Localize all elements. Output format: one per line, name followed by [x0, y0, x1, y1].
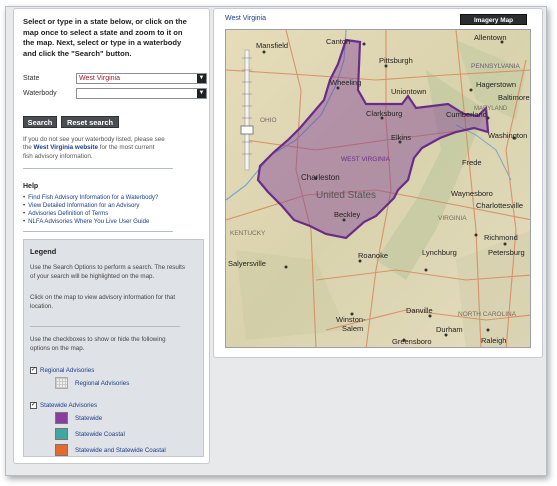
- state-website-link[interactable]: West Virginia website: [34, 144, 99, 151]
- divider: [23, 168, 173, 169]
- map-label: Charlottesville: [476, 201, 523, 210]
- map-label: MARYLAND: [474, 106, 508, 112]
- map-label: KENTUCKY: [230, 230, 266, 237]
- statewide-advisories-checkbox[interactable]: ✓: [30, 402, 37, 409]
- statewide-and-coastal-swatch: [55, 444, 68, 456]
- divider: [30, 326, 180, 327]
- map-label: Canton: [326, 37, 350, 46]
- map-label: Durham: [436, 325, 463, 334]
- map-label: VIRGINIA: [438, 215, 467, 222]
- map-title: West Virginia: [225, 15, 266, 22]
- map-label: OHIO: [260, 117, 277, 124]
- map-label: Salem: [342, 324, 363, 333]
- state-select-value: West Virginia: [79, 75, 120, 82]
- map-label: United States: [316, 190, 376, 201]
- map-label: Raleigh: [481, 336, 506, 345]
- map-label: NORTH CAROLINA: [458, 311, 517, 318]
- map-panel: West Virginia Imagery Map Mansfield Cant…: [213, 8, 543, 358]
- waterbody-label: Waterbody: [23, 90, 57, 97]
- legend-heading: Legend: [30, 247, 57, 256]
- reset-search-button[interactable]: Reset search: [61, 116, 119, 128]
- statewide-coastal-swatch: [55, 428, 68, 440]
- map-label: Hagerstown: [476, 80, 516, 89]
- legend-instructions: Use the checkboxes to show or hide the f…: [30, 336, 166, 352]
- map-label: Beckley: [334, 210, 361, 219]
- legend-panel: Legend Use the Search Options to perform…: [23, 239, 204, 457]
- legend-instructions: Use the Search Options to perform a sear…: [30, 264, 185, 280]
- divider: [23, 231, 173, 232]
- map-label: Waynesboro: [451, 189, 493, 198]
- map-label: Charleston: [301, 173, 340, 182]
- help-link[interactable]: • Advisories Definition of Terms: [23, 210, 158, 218]
- map-label: Lynchburg: [422, 248, 457, 257]
- map-label: PENNSYLVANIA: [471, 63, 521, 70]
- map-label: Uniontown: [391, 87, 426, 96]
- statewide-coastal-label: Statewide Coastal: [75, 431, 125, 438]
- dropdown-arrow-icon[interactable]: ▼: [197, 89, 206, 98]
- legend-instructions: Click on the map to view advisory inform…: [30, 294, 176, 310]
- help-link[interactable]: • NLFA Advisories Where You Live User Gui…: [23, 218, 158, 226]
- map-label: Salyersville: [228, 259, 266, 268]
- map-label: Petersburg: [488, 248, 525, 257]
- map-label: Roanoke: [358, 251, 388, 260]
- map-label: Danville: [406, 306, 433, 315]
- map-label: Allentown: [474, 33, 507, 42]
- map-label: WEST VIRGINIA: [341, 156, 391, 163]
- map-label: Pittsburgh: [379, 56, 413, 65]
- waterbody-select[interactable]: ▼: [76, 88, 207, 99]
- instructions-text: Select or type in a state below, or clic…: [23, 17, 187, 58]
- statewide-advisories-label: Statewide Advisories: [40, 402, 98, 409]
- map-label: Elkins: [391, 133, 411, 142]
- map-canvas[interactable]: Mansfield Canton Pittsburgh Allentown Wh…: [226, 30, 531, 348]
- map-label: Frede: [462, 158, 482, 167]
- search-panel: Select or type in a state below, or clic…: [13, 8, 210, 464]
- statewide-label: Statewide: [75, 415, 103, 422]
- help-links: • Find Fish Advisory Information for a Wa…: [23, 194, 158, 226]
- map-label: Richmond: [484, 233, 518, 242]
- help-link[interactable]: • View Detailed Information for an Adviso…: [23, 202, 158, 210]
- map-label: Baltimore: [498, 93, 530, 102]
- state-label: State: [23, 75, 40, 82]
- map-label: Washington D.C.: [488, 131, 531, 140]
- map-label: Greensboro: [392, 337, 432, 346]
- dropdown-arrow-icon[interactable]: ▼: [197, 74, 206, 83]
- map-label: Mansfield: [256, 41, 288, 50]
- regional-item-label: Regional Advisories: [75, 380, 130, 387]
- regional-advisories-checkbox[interactable]: ✓: [30, 367, 37, 374]
- statewide-and-coastal-label: Statewide and Statewide Coastal: [75, 447, 166, 454]
- help-heading: Help: [23, 183, 39, 190]
- zoom-slider-handle[interactable]: [240, 125, 254, 135]
- statewide-swatch: [55, 412, 68, 424]
- map-label: Wheeling: [330, 78, 361, 87]
- help-link[interactable]: • Find Fish Advisory Information for a Wa…: [23, 194, 158, 202]
- map-label: Clarksburg: [366, 109, 402, 118]
- imagery-map-button[interactable]: Imagery Map: [460, 14, 527, 25]
- map-view[interactable]: Mansfield Canton Pittsburgh Allentown Wh…: [225, 29, 531, 348]
- regional-advisories-label: Regional Advisories: [40, 367, 95, 374]
- waterbody-note: If you do not see your waterbody listed,…: [23, 136, 165, 160]
- regional-swatch: [55, 377, 68, 389]
- search-button[interactable]: Search: [23, 116, 57, 128]
- state-select[interactable]: West Virginia ▼: [76, 73, 207, 84]
- map-label: Winston-: [336, 315, 366, 324]
